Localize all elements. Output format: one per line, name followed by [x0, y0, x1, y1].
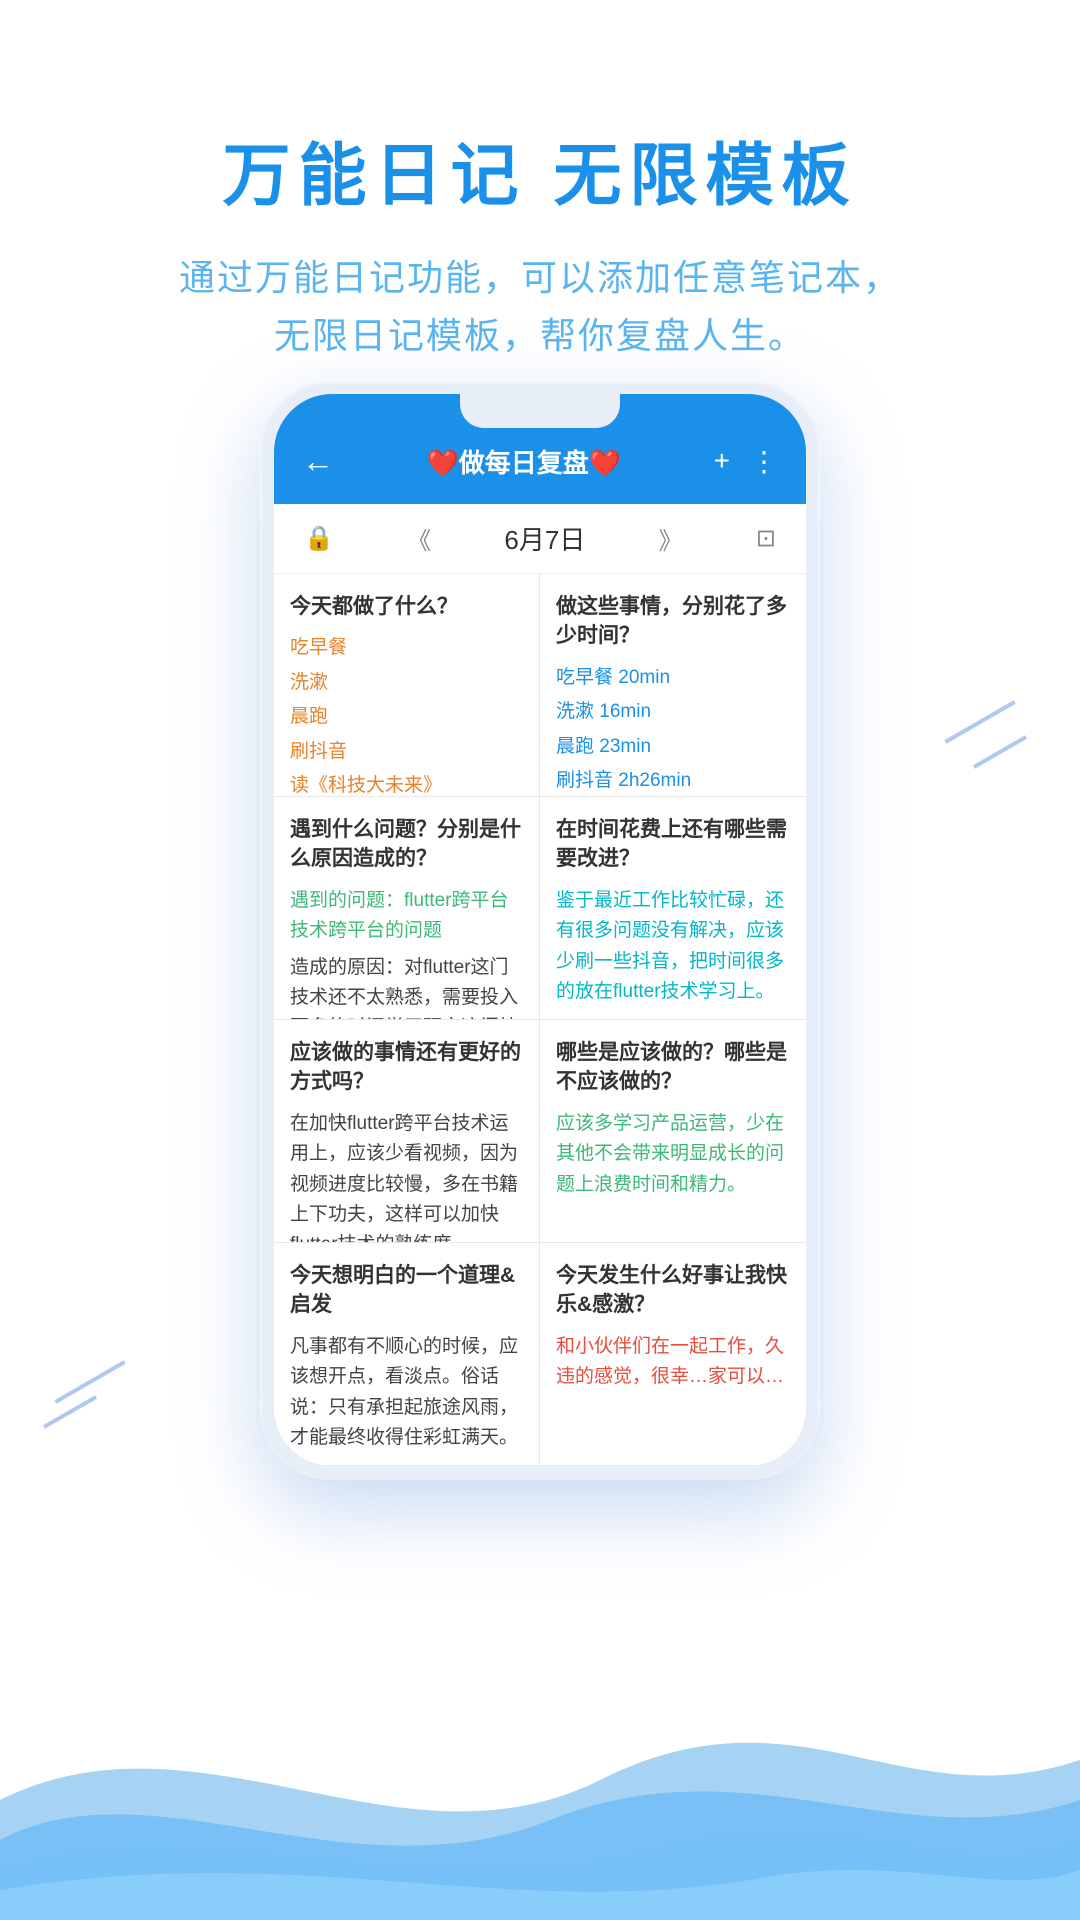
- phone-action-buttons: + ⋮: [714, 445, 778, 478]
- phone-topbar: ← ❤️做每日复盘❤️ + ⋮: [274, 394, 806, 504]
- cell-5-content: 在加快flutter跨平台技术运用上，应该少看视频，因为视频进度比较慢，多在书籍…: [290, 1109, 523, 1243]
- grid-cell-2: 做这些事情，分别花了多少时间？ 吃早餐 20min 洗漱 16min 晨跑 23…: [540, 574, 806, 797]
- cell-3-header: 遇到什么问题？分别是什么原因造成的？: [290, 815, 523, 874]
- cell-7-header: 今天想明白的一个道理&启发: [290, 1261, 523, 1320]
- cell-6-header: 哪些是应该做的？哪些是不应该做的？: [556, 1038, 790, 1097]
- cell-6-content: 应该多学习产品运营，少在其他不会带来明显成长的问题上浪费时间和精力。: [556, 1109, 790, 1200]
- grid-cell-8: 今天发生什么好事让我快乐&感激？ 和小伙伴们在一起工作，久违的感觉，很幸…家可以…: [540, 1243, 806, 1466]
- grid-cell-7: 今天想明白的一个道理&启发 凡事都有不顺心的时候，应该想开点，看淡点。俗话说：只…: [274, 1243, 540, 1466]
- cell-1-content: 吃早餐 洗漱 晨跑 刷抖音 读《科技大未来》 帮同事处理工作的问题 处理QQ群和…: [290, 633, 523, 797]
- phone-outer: ← ❤️做每日复盘❤️ + ⋮ 🔒 《 6月7日 》 ⊡ 今天都做了什么？: [260, 380, 820, 1480]
- phone-inner: ← ❤️做每日复盘❤️ + ⋮ 🔒 《 6月7日 》 ⊡ 今天都做了什么？: [274, 394, 806, 1466]
- cell-2-header: 做这些事情，分别花了多少时间？: [556, 592, 790, 651]
- grid-cell-5: 应该做的事情还有更好的方式吗？ 在加快flutter跨平台技术运用上，应该少看视…: [274, 1020, 540, 1243]
- cell-1-header: 今天都做了什么？: [290, 592, 523, 621]
- grid-cell-6: 哪些是应该做的？哪些是不应该做的？ 应该多学习产品运营，少在其他不会带来明显成长…: [540, 1020, 806, 1243]
- journal-content-grid: 今天都做了什么？ 吃早餐 洗漱 晨跑 刷抖音 读《科技大未来》 帮同事处理工作的…: [274, 574, 806, 1466]
- cell-8-content: 和小伙伴们在一起工作，久违的感觉，很幸…家可以…: [556, 1332, 790, 1393]
- cell-4-header: 在时间花费上还有哪些需要改进？: [556, 815, 790, 874]
- phone-screen-title: ❤️做每日复盘❤️: [334, 443, 714, 480]
- next-date-button[interactable]: 》: [659, 521, 683, 556]
- sub-title-line2: 无限日记模板，帮你复盘人生。: [0, 307, 1080, 365]
- cell-7-content: 凡事都有不顺心的时候，应该想开点，看淡点。俗话说：只有承担起旅途风雨，才能最终收…: [290, 1332, 523, 1454]
- grid-cell-4: 在时间花费上还有哪些需要改进？ 鉴于最近工作比较忙碌，还有很多问题没有解决，应该…: [540, 797, 806, 1020]
- current-date: 6月7日: [504, 520, 585, 557]
- grid-cell-1: 今天都做了什么？ 吃早餐 洗漱 晨跑 刷抖音 读《科技大未来》 帮同事处理工作的…: [274, 574, 540, 797]
- cell-4-content: 鉴于最近工作比较忙碌，还有很多问题没有解决，应该少刷一些抖音，把时间很多的放在f…: [556, 886, 790, 1008]
- bottom-wave: [0, 1620, 1080, 1920]
- back-button[interactable]: ←: [302, 443, 334, 480]
- cell-5-header: 应该做的事情还有更好的方式吗？: [290, 1038, 523, 1097]
- header-section: 万能日记 无限模板 通过万能日记功能，可以添加任意笔记本， 无限日记模板，帮你复…: [0, 120, 1080, 364]
- phone-mockup: ← ❤️做每日复盘❤️ + ⋮ 🔒 《 6月7日 》 ⊡ 今天都做了什么？: [260, 380, 820, 1480]
- lock-icon[interactable]: 🔒: [304, 524, 334, 553]
- menu-button[interactable]: ⋮: [750, 445, 778, 478]
- sub-title-line1: 通过万能日记功能，可以添加任意笔记本，: [0, 249, 1080, 307]
- date-navigation: 🔒 《 6月7日 》 ⊡: [274, 504, 806, 574]
- sub-title: 通过万能日记功能，可以添加任意笔记本， 无限日记模板，帮你复盘人生。: [0, 249, 1080, 364]
- camera-icon[interactable]: ⊡: [756, 524, 776, 553]
- phone-notch: [460, 394, 620, 428]
- main-title: 万能日记 无限模板: [0, 120, 1080, 219]
- prev-date-button[interactable]: 《: [407, 521, 431, 556]
- grid-cell-3: 遇到什么问题？分别是什么原因造成的？ 遇到的问题：flutter跨平台技术跨平台…: [274, 797, 540, 1020]
- cell-8-header: 今天发生什么好事让我快乐&感激？: [556, 1261, 790, 1320]
- cell-2-content: 吃早餐 20min 洗漱 16min 晨跑 23min 刷抖音 2h26min …: [556, 663, 790, 797]
- add-button[interactable]: +: [714, 445, 730, 478]
- cell-3-content: 遇到的问题：flutter跨平台技术跨平台的问题 造成的原因：对flutter这…: [290, 886, 523, 1020]
